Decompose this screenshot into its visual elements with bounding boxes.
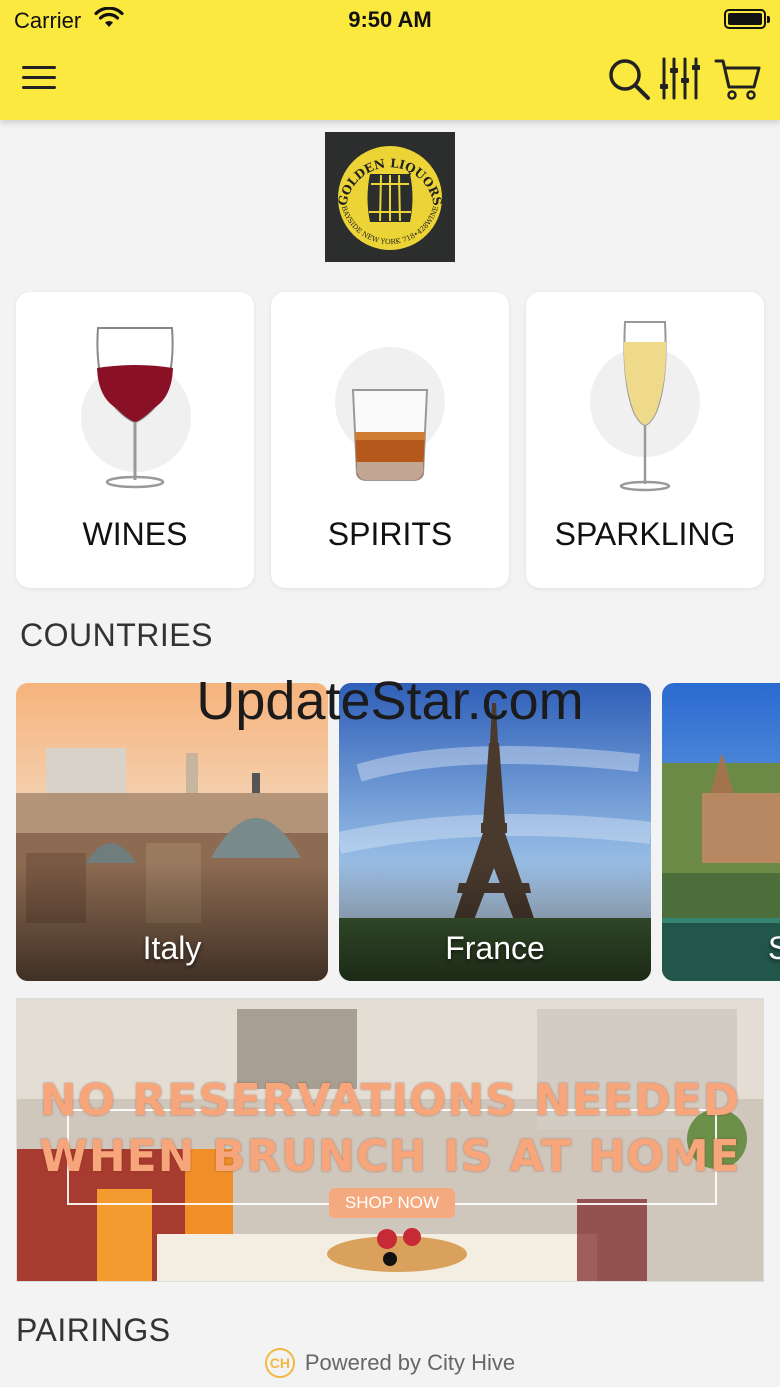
filter-icon[interactable]: [658, 56, 702, 102]
country-card-france[interactable]: France: [339, 683, 651, 981]
promo-banner[interactable]: NO RESERVATIONS NEEDED WHEN BRUNCH IS AT…: [16, 998, 764, 1282]
country-name: Italy: [142, 930, 202, 966]
shop-now-button[interactable]: SHOP NOW: [329, 1188, 455, 1218]
city-hive-logo-icon: CH: [264, 1348, 295, 1378]
battery-icon: [724, 9, 770, 29]
status-time: 9:50 AM: [348, 7, 432, 32]
footer: CH Powered by City Hive: [0, 1348, 780, 1378]
menu-icon[interactable]: [20, 63, 58, 93]
store-logo: GOLDEN LIQUORS BAYSIDE NEW YORK 718•428W…: [325, 132, 455, 262]
carousel-dot[interactable]: [383, 1252, 397, 1266]
spain-image: [662, 683, 780, 981]
banner-headline-1: NO RESERVATIONS NEEDED: [39, 1075, 741, 1126]
category-card-sparkling[interactable]: SPARKLING: [526, 292, 764, 588]
category-label: WINES: [82, 516, 188, 552]
section-title-countries: COUNTRIES: [20, 617, 213, 653]
powered-by-text[interactable]: Powered by City Hive: [305, 1350, 515, 1376]
category-card-wines[interactable]: WINES: [16, 292, 254, 588]
cart-icon[interactable]: [714, 56, 762, 102]
champagne-flute-icon: [590, 321, 700, 492]
country-name: S: [768, 930, 780, 966]
category-card-spirits[interactable]: SPIRITS: [271, 292, 509, 588]
category-label: SPARKLING: [554, 516, 736, 552]
search-icon[interactable]: [606, 56, 652, 102]
section-title-pairings: PAIRINGS: [16, 1312, 171, 1348]
country-name: France: [445, 930, 545, 966]
country-card-spain[interactable]: S: [662, 683, 780, 981]
country-card-italy[interactable]: Italy: [16, 683, 328, 981]
banner-headline-2: WHEN BRUNCH IS AT HOME: [39, 1131, 741, 1182]
whiskey-glass-icon: [335, 347, 445, 481]
top-app-bar: Carrier 9:50 AM: [0, 0, 780, 120]
category-label: SPIRITS: [327, 516, 453, 552]
red-wine-glass-icon: [81, 327, 191, 489]
barrel-logo-icon: GOLDEN LIQUORS BAYSIDE NEW YORK 718•428W…: [335, 146, 445, 250]
status-bar: Carrier 9:50 AM: [0, 0, 780, 40]
